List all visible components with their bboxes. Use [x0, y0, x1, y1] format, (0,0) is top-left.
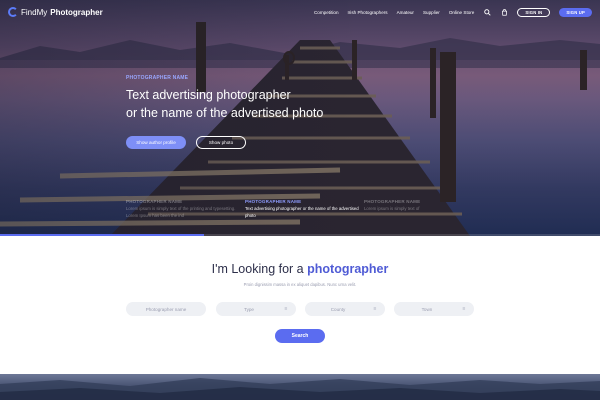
- cart-icon[interactable]: [500, 8, 508, 16]
- nav-item-amateur[interactable]: Amateur: [397, 10, 414, 15]
- logo-icon: [8, 7, 18, 17]
- slider-progress-track: [0, 234, 600, 236]
- slide-item-1[interactable]: PHOTOGRAPHER NAME Lorem ipsum is simply …: [126, 199, 241, 219]
- filter-lines-icon: ≡: [373, 306, 377, 312]
- mist-mountains-image: [0, 378, 600, 400]
- slider-progress-fill: [0, 234, 204, 236]
- type-select-label: Type: [244, 306, 254, 312]
- search-icon[interactable]: [483, 8, 491, 16]
- filter-lines-icon: ≡: [462, 306, 466, 312]
- nav-item-supplier[interactable]: Supplier: [423, 10, 440, 15]
- show-author-profile-button[interactable]: Show author profile: [126, 136, 186, 149]
- slide-title: PHOTOGRAPHER NAME: [126, 199, 183, 204]
- nav-item-online-store[interactable]: Online Store: [449, 10, 475, 15]
- nav-item-competition[interactable]: Competition: [314, 10, 339, 15]
- hero-headline: Text advertising photographer or the nam…: [126, 86, 386, 122]
- search-button[interactable]: Search: [275, 329, 325, 343]
- sign-in-button[interactable]: SIGN IN: [517, 7, 551, 17]
- slide-description: Lorem ipsum is simply text of: [364, 206, 420, 211]
- sign-up-button[interactable]: SIGN UP: [559, 7, 592, 17]
- county-select[interactable]: County ≡: [305, 302, 385, 316]
- main-menu: Competition Irish Photographers Amateur …: [314, 7, 592, 17]
- slide-item-3[interactable]: PHOTOGRAPHER NAME Lorem ipsum is simply …: [364, 199, 479, 213]
- town-select-label: Town: [421, 306, 433, 312]
- slide-description: Text advertising photographer or the nam…: [245, 206, 359, 218]
- nav-item-irish-photographers[interactable]: Irish Photographers: [348, 10, 388, 15]
- brand-prefix: FindMy: [21, 7, 48, 17]
- slide-title: PHOTOGRAPHER NAME: [245, 199, 302, 204]
- photographer-name-placeholder: Photographer name: [145, 306, 187, 312]
- hero-photographer-name: PHOTOGRAPHER NAME: [126, 75, 189, 81]
- brand-logo[interactable]: FindMy Photographer: [8, 7, 103, 17]
- county-select-label: County: [330, 306, 346, 312]
- top-navbar: FindMy Photographer Competition Irish Pho…: [0, 0, 600, 24]
- finder-subtitle: Proin dignissim massa in ex aliquet dapi…: [243, 282, 357, 287]
- slide-item-2[interactable]: PHOTOGRAPHER NAME Text advertising photo…: [245, 199, 360, 219]
- filter-lines-icon: ≡: [284, 306, 288, 312]
- brand-suffix: Photographer: [50, 7, 103, 17]
- finder-title: I'm Looking for a photographer: [0, 262, 600, 276]
- hero-headline-line-2: or the name of the advertised photo: [126, 106, 324, 120]
- finder-title-plain: I'm Looking for a: [211, 262, 304, 276]
- bottom-mountain-banner: [0, 374, 600, 400]
- photographer-name-input[interactable]: Photographer name: [126, 302, 206, 316]
- town-select[interactable]: Town ≡: [394, 302, 474, 316]
- slide-title: PHOTOGRAPHER NAME: [364, 199, 421, 204]
- show-photo-button[interactable]: Show photo: [196, 136, 246, 149]
- slide-description: Lorem ipsum is simply text of the printi…: [126, 206, 236, 218]
- hero-headline-line-1: Text advertising photographer: [126, 88, 291, 102]
- type-select[interactable]: Type ≡: [216, 302, 296, 316]
- finder-title-accent: photographer: [307, 262, 389, 276]
